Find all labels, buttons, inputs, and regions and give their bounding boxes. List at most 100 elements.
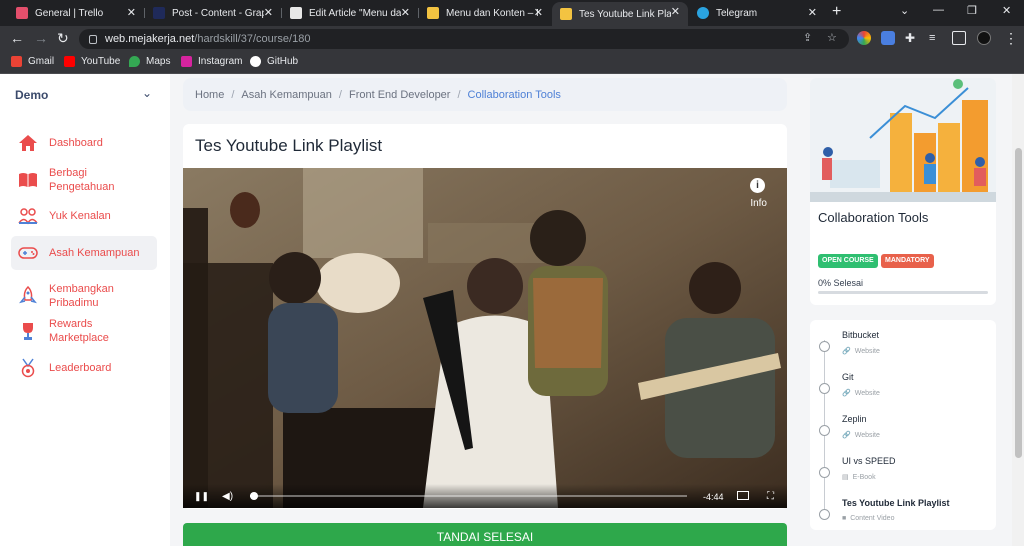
- miniplayer-icon[interactable]: [737, 491, 749, 500]
- reload-icon[interactable]: ↻: [57, 30, 69, 47]
- restore-icon[interactable]: ❐: [967, 4, 977, 17]
- browser-tab-active[interactable]: Tes Youtube Link Playl ✕: [552, 2, 688, 26]
- link-icon: 🔗: [842, 432, 851, 439]
- chevron-down-icon[interactable]: ⌄: [142, 86, 152, 100]
- lesson-name: Git: [842, 372, 854, 382]
- close-window-icon[interactable]: ✕: [1002, 4, 1011, 17]
- bookmark-instagram[interactable]: Instagram: [181, 56, 242, 67]
- extension-docs-icon[interactable]: [881, 31, 895, 45]
- new-tab-icon[interactable]: +: [832, 3, 841, 21]
- share-icon[interactable]: ⇪: [803, 31, 812, 44]
- breadcrumb-separator: /: [338, 88, 342, 101]
- bookmark-star-icon[interactable]: ☆: [827, 31, 837, 44]
- gmail-icon: [11, 56, 22, 67]
- rocket-icon: [18, 286, 38, 306]
- tab-title: Tes Youtube Link Playl: [579, 8, 671, 20]
- breadcrumb-front-end-developer[interactable]: Front End Developer: [349, 89, 451, 101]
- tab-title: Post - Content - Graph: [172, 7, 264, 19]
- back-icon[interactable]: ←: [10, 30, 24, 46]
- sidebar-item-yuk-kenalan[interactable]: Yuk Kenalan: [11, 199, 157, 233]
- course-card: Tes Youtube Link Playlist i Info ❚❚ ◀) -…: [183, 124, 787, 509]
- course-title: Tes Youtube Link Playlist: [195, 136, 383, 155]
- sidebar-item-label: Kembangkan Pribadimu: [49, 283, 114, 309]
- side-panel-icon[interactable]: [952, 31, 966, 45]
- article-favicon-icon: [290, 7, 302, 19]
- lesson-type-label: E-Book: [852, 473, 876, 481]
- extensions-puzzle-icon[interactable]: ✚: [905, 31, 919, 45]
- sidebar-item-asah-kemampuan[interactable]: Asah Kemampuan: [11, 236, 157, 270]
- tab-title: General | Trello: [35, 7, 104, 19]
- browser-tab-menu-konten[interactable]: Menu dan Konten – M ✕: [419, 3, 551, 23]
- lesson-status-dot: [819, 509, 830, 520]
- lesson-type: 🔗 Website: [842, 389, 880, 398]
- course-illustration: [810, 78, 996, 202]
- close-tab-icon[interactable]: ✕: [808, 6, 817, 19]
- medal-icon: [18, 358, 38, 378]
- mark-done-button[interactable]: TANDAI SELESAI: [183, 523, 787, 546]
- bookmark-label: GitHub: [267, 56, 299, 67]
- address-bar[interactable]: web.mejakerja.net/hardskill/37/course/18…: [79, 29, 849, 49]
- sidebar-item-rewards-marketplace[interactable]: Rewards Marketplace: [11, 314, 157, 348]
- sidebar-item-label: Rewards Marketplace: [49, 318, 109, 344]
- tab-title: Telegram: [716, 7, 758, 19]
- tab-search-icon[interactable]: ⌄: [900, 4, 909, 17]
- bookmark-gmail[interactable]: Gmail: [11, 56, 54, 67]
- sidebar-item-label: Dashboard: [49, 137, 103, 149]
- youtube-icon: [64, 56, 75, 67]
- bookmark-youtube[interactable]: YouTube: [64, 56, 120, 67]
- browser-tab-telegram[interactable]: Telegram ✕: [689, 3, 825, 23]
- menu-dots-icon[interactable]: ⋮: [1004, 30, 1018, 47]
- lesson-name: UI vs SPEED: [842, 456, 896, 466]
- breadcrumb-asah-kemampuan[interactable]: Asah Kemampuan: [241, 89, 332, 101]
- open-course-badge: OPEN COURSE: [818, 254, 878, 268]
- close-tab-icon[interactable]: ✕: [264, 6, 273, 19]
- volume-icon[interactable]: ◀): [222, 491, 233, 502]
- sidebar-item-kembangkan-pribadimu[interactable]: Kembangkan Pribadimu: [11, 276, 157, 316]
- close-tab-icon[interactable]: ✕: [671, 5, 680, 18]
- breadcrumb-separator: /: [231, 88, 235, 101]
- lesson-status-dot: [819, 425, 830, 436]
- scrollbar-thumb[interactable]: [1015, 148, 1022, 458]
- lesson-item-git[interactable]: Git 🔗 Website: [810, 368, 996, 408]
- right-panel: Collaboration Tools OPEN COURSE MANDATOR…: [810, 74, 996, 546]
- trello-favicon-icon: [16, 7, 28, 19]
- browser-toolbar: ← → ↻ web.mejakerja.net/hardskill/37/cou…: [0, 26, 1024, 52]
- reading-list-icon[interactable]: ≡: [929, 31, 943, 45]
- close-tab-icon[interactable]: ✕: [401, 6, 410, 19]
- lesson-status-dot: [819, 383, 830, 394]
- video-player[interactable]: i Info ❚❚ ◀) -4:44 ⛶: [183, 168, 787, 508]
- forward-icon[interactable]: →: [34, 30, 48, 46]
- lesson-item-tes-youtube-link-playlist[interactable]: Tes Youtube Link Playlist ■ Content Video: [810, 494, 996, 534]
- extension-color-icon[interactable]: [857, 31, 871, 45]
- video-progress-handle[interactable]: [250, 492, 259, 500]
- profile-avatar[interactable]: [977, 31, 991, 45]
- fullscreen-icon[interactable]: ⛶: [767, 491, 774, 502]
- close-tab-icon[interactable]: ✕: [127, 6, 136, 19]
- lesson-item-ui-vs-speed[interactable]: UI vs SPEED ▤ E-Book: [810, 452, 996, 492]
- lesson-item-zeplin[interactable]: Zeplin 🔗 Website: [810, 410, 996, 450]
- pause-icon[interactable]: ❚❚: [194, 491, 209, 502]
- sidebar-item-leaderboard[interactable]: Leaderboard: [11, 351, 157, 385]
- lesson-item-bitbucket[interactable]: Bitbucket 🔗 Website: [810, 326, 996, 366]
- bookmark-label: Gmail: [28, 56, 55, 67]
- page-scrollbar[interactable]: [1012, 74, 1024, 546]
- lesson-name: Tes Youtube Link Playlist: [842, 498, 950, 508]
- close-tab-icon[interactable]: ✕: [534, 6, 543, 19]
- bookmark-maps[interactable]: Maps: [129, 56, 170, 67]
- video-progress-bar[interactable]: [250, 492, 687, 500]
- info-label[interactable]: Info: [750, 198, 767, 209]
- breadcrumb-current[interactable]: Collaboration Tools: [468, 89, 561, 101]
- browser-tab-graph[interactable]: Post - Content - Graph ✕: [145, 3, 281, 23]
- people-icon: [18, 206, 38, 226]
- sidebar-item-label: Yuk Kenalan: [49, 210, 111, 222]
- minimize-icon[interactable]: —: [933, 4, 944, 16]
- breadcrumb-home[interactable]: Home: [195, 89, 224, 101]
- sidebar-item-berbagi-pengetahuan[interactable]: Berbagi Pengetahuan: [11, 163, 157, 197]
- browser-tab-edit-article[interactable]: Edit Article "Menu dan ✕: [282, 3, 418, 23]
- video-frame: [183, 168, 787, 508]
- info-icon[interactable]: i: [750, 178, 765, 193]
- bookmark-github[interactable]: GitHub: [250, 56, 298, 67]
- sidebar-item-dashboard[interactable]: Dashboard: [11, 126, 157, 160]
- time-remaining: -4:44: [703, 492, 724, 502]
- browser-tab-trello[interactable]: General | Trello ✕: [8, 3, 144, 23]
